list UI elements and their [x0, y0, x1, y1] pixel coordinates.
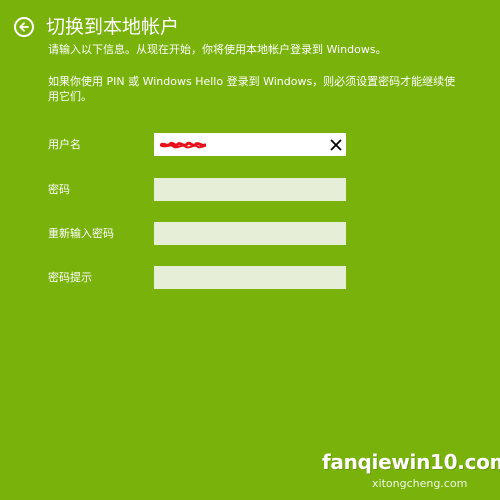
username-row: 用户名 — [48, 133, 348, 157]
password-row: 密码 — [48, 178, 348, 202]
close-icon — [330, 136, 342, 155]
confirm-password-input[interactable] — [154, 222, 346, 245]
watermark: fanqiewin10.com xitongcheng.com — [322, 450, 500, 494]
confirm-password-label: 重新输入密码 — [48, 227, 114, 240]
password-hint-label: 密码提示 — [48, 271, 92, 284]
back-arrow-icon — [18, 21, 30, 33]
watermark-sub-text: xitongcheng.com — [372, 477, 468, 490]
password-label: 密码 — [48, 183, 70, 196]
intro-text: 请输入以下信息。从现在开始，你将使用本地帐户登录到 Windows。 — [48, 43, 387, 56]
password-input[interactable] — [154, 178, 346, 201]
password-hint-input[interactable] — [154, 266, 346, 289]
watermark-main-text: fanqiewin10.com — [322, 450, 500, 474]
page-header: 切换到本地帐户 — [14, 14, 179, 40]
back-button[interactable] — [14, 17, 34, 37]
confirm-password-row: 重新输入密码 — [48, 222, 348, 246]
username-input[interactable] — [154, 133, 346, 156]
password-hint-row: 密码提示 — [48, 266, 348, 290]
username-label: 用户名 — [48, 138, 81, 151]
clear-username-button[interactable] — [328, 137, 344, 153]
pin-notice-text: 如果你使用 PIN 或 Windows Hello 登录到 Windows，则必… — [48, 75, 456, 103]
page-title: 切换到本地帐户 — [46, 16, 180, 38]
